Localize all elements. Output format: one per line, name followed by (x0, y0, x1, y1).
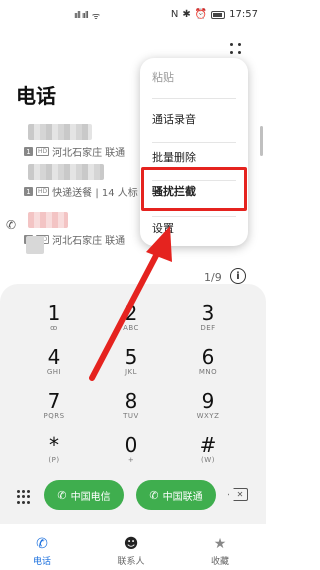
more-options-icon[interactable] (228, 42, 244, 56)
key-0[interactable]: 0 + (96, 434, 166, 478)
call-button-label: 中国联通 (162, 491, 203, 503)
missed-call-icon: ✆ (6, 218, 17, 232)
sim1-icon: 1 (24, 147, 33, 156)
key-letters: GHI (46, 368, 62, 376)
key-letters: DEF (200, 324, 216, 332)
blurred-number (28, 124, 92, 140)
key-letters: + (127, 456, 135, 464)
overflow-menu: 粘贴 通话录音 批量删除 骚扰拦截 设置 (140, 58, 248, 246)
nav-phone[interactable]: ✆ 电话 (12, 536, 72, 567)
key-letters: (P) (48, 456, 60, 464)
star-icon: ★ (213, 536, 227, 552)
key-7[interactable]: 7 PQRS (19, 390, 89, 434)
call-meta: 1 HD 快递送餐 | 14 人标 (24, 184, 138, 199)
contacts-icon: ☻ (123, 536, 139, 552)
wifi-icon: ᯤ (91, 12, 100, 22)
call-location: 河北石家庄 (52, 236, 103, 247)
phone-sim1-icon: ✆ (57, 488, 67, 502)
key-6[interactable]: 6 MNO (173, 346, 243, 390)
nfc-icon: N (170, 9, 179, 20)
contact-avatar (26, 236, 44, 254)
battery-icon (211, 10, 226, 19)
call-meta: 1 HD 河北石家庄 联通 (24, 144, 125, 159)
key-letters: PQRS (43, 412, 65, 420)
nav-label: 联系人 (117, 557, 145, 567)
signal-icon: ııll ııll (74, 10, 89, 21)
bottom-nav: ✆ 电话 ☻ 联系人 ★ 收藏 (0, 530, 266, 570)
key-4[interactable]: 4 GHI (19, 346, 89, 390)
key-9[interactable]: 9 WXYZ (173, 390, 243, 434)
call-location: 快递送餐 | 14 人标 (52, 188, 138, 199)
call-carrier: 联通 (105, 236, 126, 247)
key-5[interactable]: 5 JKL (96, 346, 166, 390)
highlight-box (141, 167, 247, 211)
call-button-sim1[interactable]: ✆ 中国电信 (44, 480, 124, 510)
menu-item-call-recording[interactable]: 通话录音 (152, 102, 240, 138)
phone-sim2-icon: ✆ (149, 488, 159, 502)
call-button-label: 中国电信 (70, 491, 111, 503)
call-button-sim2[interactable]: ✆ 中国联通 (136, 480, 216, 510)
key-digit: 9 (201, 389, 215, 413)
scrollbar[interactable] (260, 126, 263, 156)
key-hash[interactable]: # (W) (173, 434, 243, 478)
menu-item-paste[interactable]: 粘贴 (152, 60, 240, 96)
key-digit: # (199, 433, 217, 457)
key-3[interactable]: 3 DEF (173, 302, 243, 346)
key-letters: MNO (198, 368, 218, 376)
page-title: 电话 (16, 84, 56, 108)
key-digit: 4 (47, 345, 61, 369)
nav-label: 电话 (32, 557, 51, 567)
key-digit: 0 (124, 433, 138, 457)
blurred-number (28, 212, 68, 228)
nav-favorites[interactable]: ★ 收藏 (190, 536, 250, 567)
key-letters: (W) (201, 456, 215, 464)
nav-label: 收藏 (210, 557, 229, 567)
clock: 17:57 (229, 9, 258, 20)
call-carrier: 联通 (105, 148, 126, 159)
info-icon[interactable]: i (230, 268, 246, 284)
key-letters: TUV (123, 412, 139, 420)
status-right: N ✱ ⏰ 17:57 (171, 9, 258, 20)
voicemail-icon: ꝏ (50, 324, 58, 332)
key-2[interactable]: 2 ABC (96, 302, 166, 346)
status-left: ııll ııll ᯤ (74, 9, 100, 23)
hd-icon: HD (36, 147, 50, 156)
sim1-icon: 1 (24, 187, 33, 196)
backspace-icon[interactable]: ✕ (228, 488, 248, 501)
blurred-number (28, 164, 104, 180)
key-star[interactable]: * (P) (19, 434, 89, 478)
phone-icon: ✆ (36, 536, 48, 552)
key-digit: 2 (124, 301, 138, 325)
hd-icon: HD (36, 187, 50, 196)
menu-item-settings[interactable]: 设置 (152, 211, 240, 247)
key-1[interactable]: 1 ꝏ (19, 302, 89, 346)
key-letters: JKL (124, 368, 138, 376)
key-digit: 3 (201, 301, 215, 325)
call-location: 河北石家庄 (52, 148, 103, 159)
key-digit: 5 (124, 345, 138, 369)
key-digit: * (49, 433, 59, 457)
key-digit: 7 (47, 389, 61, 413)
key-digit: 6 (201, 345, 215, 369)
key-letters: ABC (123, 324, 139, 332)
bluetooth-icon: ✱ (182, 9, 191, 20)
key-8[interactable]: 8 TUV (96, 390, 166, 434)
status-bar: ııll ııll ᯤ N ✱ ⏰ 17:57 (0, 0, 266, 30)
key-letters: WXYZ (196, 412, 220, 420)
key-digit: 8 (124, 389, 138, 413)
alarm-icon: ⏰ (194, 9, 208, 20)
dial-actions: ✆ 中国电信 ✆ 中国联通 ✕ (0, 480, 266, 516)
page-indicator: 1/9 (204, 271, 222, 284)
dialpad-toggle-icon[interactable] (17, 490, 31, 504)
menu-divider (152, 98, 236, 99)
key-digit: 1 (47, 301, 61, 325)
nav-contacts[interactable]: ☻ 联系人 (101, 536, 161, 567)
